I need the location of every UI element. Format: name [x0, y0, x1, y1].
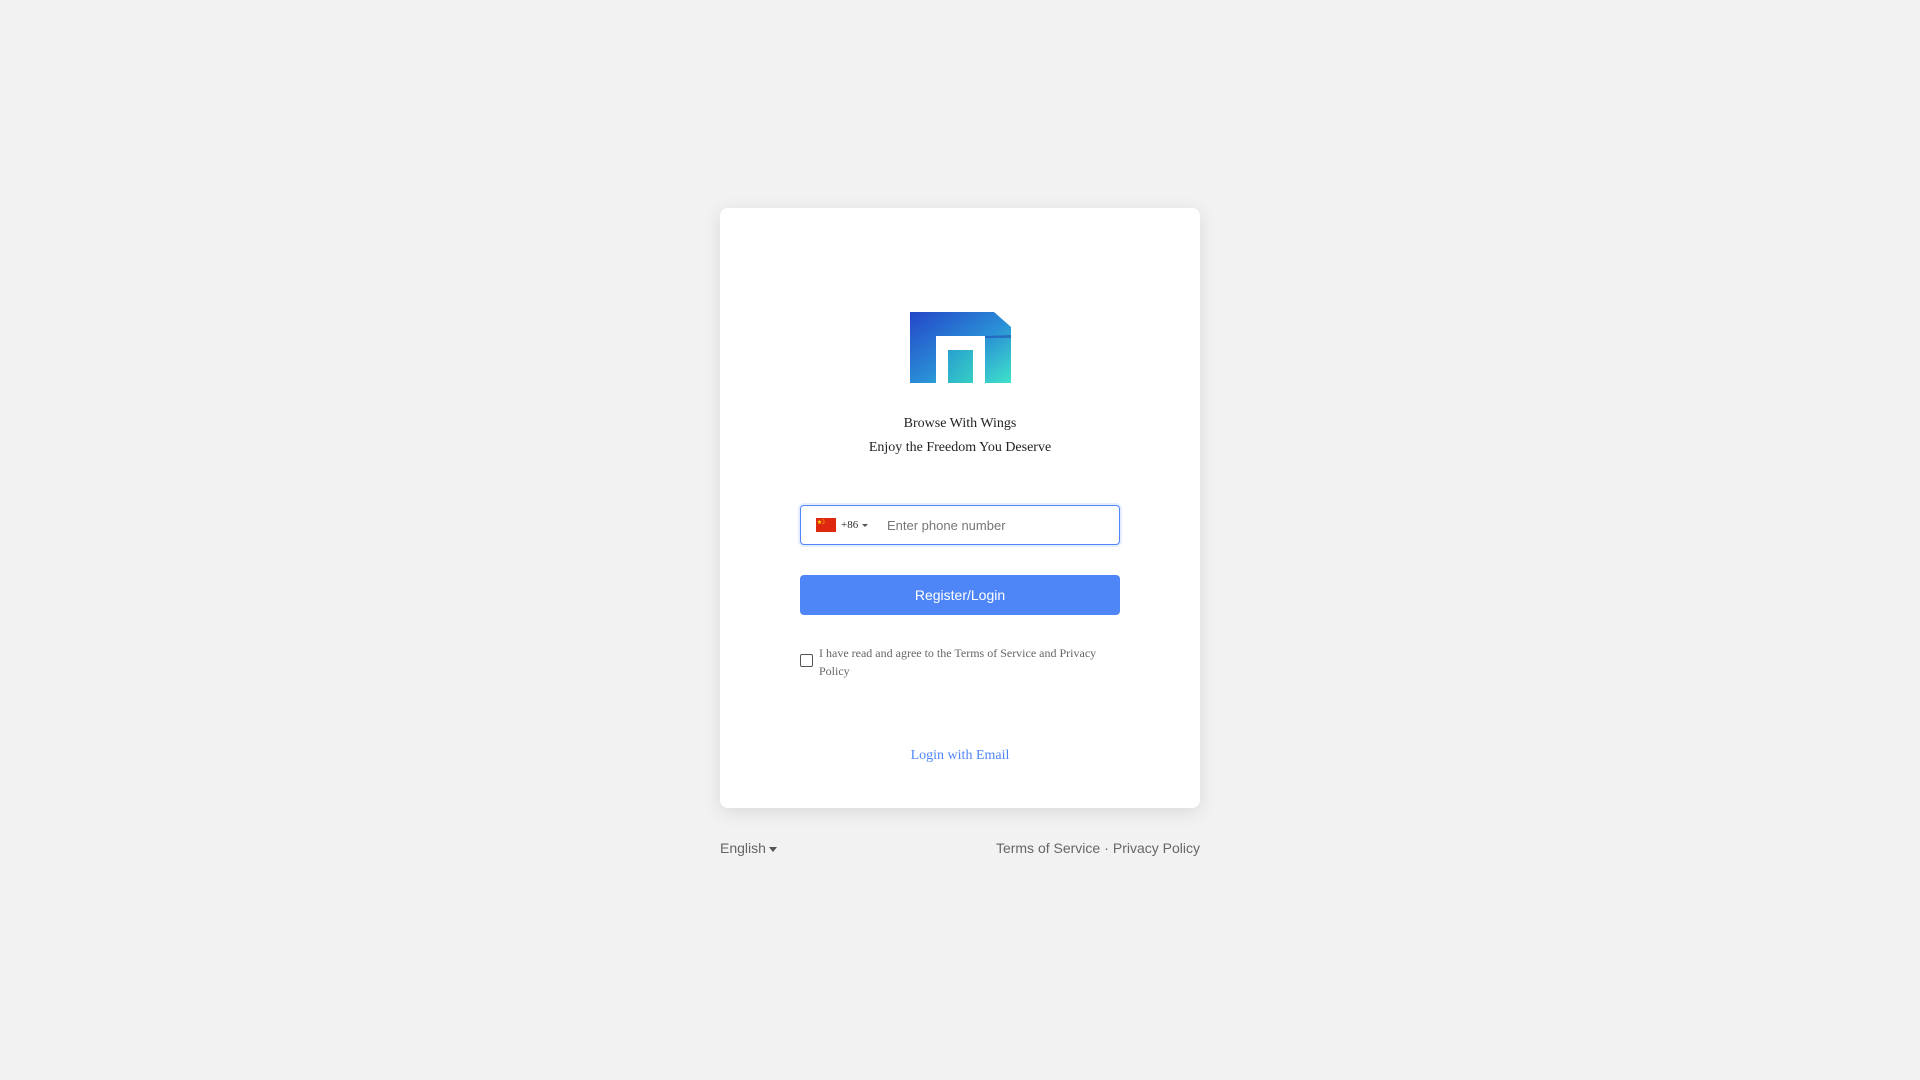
privacy-policy-link[interactable]: Privacy Policy — [1113, 840, 1200, 856]
footer-links: Terms of Service · Privacy Policy — [996, 840, 1200, 856]
agreement-checkbox[interactable] — [800, 654, 813, 667]
footer-separator: · — [1104, 840, 1109, 856]
dial-code: +86 — [841, 519, 859, 531]
tagline-primary: Browse With Wings — [903, 416, 1017, 431]
tagline-secondary: Enjoy the Freedom You Deserve — [868, 440, 1052, 455]
login-with-email-link[interactable]: Login with Email — [720, 748, 1200, 764]
caret-down-icon — [768, 846, 777, 852]
agreement-row: I have read and agree to the Terms of Se… — [800, 644, 1120, 684]
register-login-button[interactable]: Register/Login — [800, 575, 1120, 615]
phone-number-input[interactable] — [887, 506, 1112, 544]
language-selector[interactable]: English — [720, 840, 777, 856]
phone-field: +86 — [800, 505, 1120, 545]
terms-of-service-link[interactable]: Terms of Service — [996, 840, 1100, 856]
login-card: Browse With Wings Enjoy the Freedom You … — [720, 208, 1200, 808]
china-flag-icon — [816, 518, 836, 532]
footer: English Terms of Service · Privacy Policy — [720, 840, 1200, 860]
chevron-down-icon — [862, 523, 869, 527]
app-logo — [910, 312, 1011, 383]
language-label: English — [720, 840, 766, 856]
country-code-dropdown[interactable]: +86 — [801, 506, 881, 544]
agreement-text: I have read and agree to the Terms of Se… — [819, 646, 1097, 678]
